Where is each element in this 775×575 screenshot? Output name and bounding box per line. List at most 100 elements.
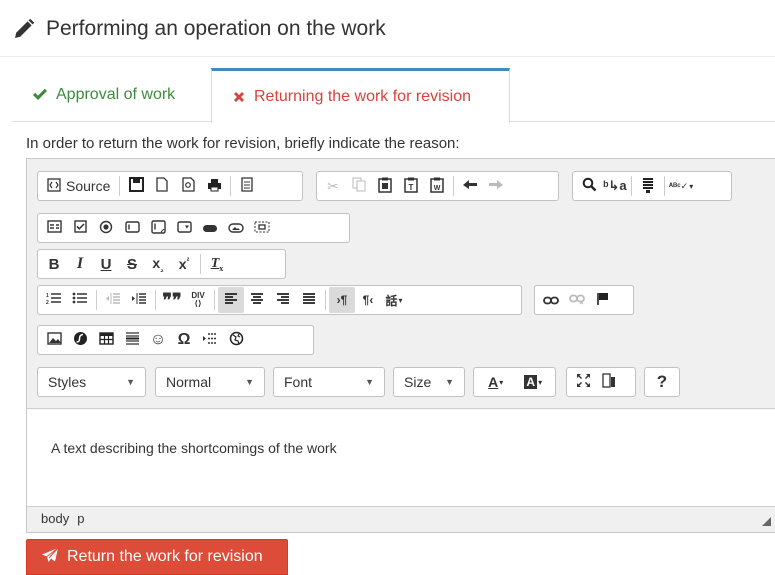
create-div-button[interactable]: DIV ⟨⟩ xyxy=(185,287,211,313)
cut-button[interactable]: ✂ xyxy=(320,173,346,199)
background-color-button[interactable]: A ▾ xyxy=(515,369,553,395)
resize-grip-icon[interactable] xyxy=(762,517,771,526)
show-blocks-button[interactable] xyxy=(596,369,622,395)
spellcheck-button[interactable]: ᴬᴮᶜ✓ ▾ xyxy=(668,173,694,199)
strikethrough-label: S xyxy=(126,255,137,273)
svg-text:T: T xyxy=(409,183,414,192)
image-icon xyxy=(46,332,62,348)
form-button[interactable] xyxy=(41,215,67,241)
spellcheck-icon: ᴬᴮᶜ✓ xyxy=(668,180,689,191)
preview-button[interactable] xyxy=(175,173,201,199)
align-center-button[interactable] xyxy=(244,287,270,313)
font-dropdown[interactable]: Font ▼ xyxy=(273,367,385,397)
page-break-button[interactable] xyxy=(197,327,223,353)
source-button[interactable]: Source xyxy=(41,177,116,195)
remove-format-button[interactable]: Tx xyxy=(204,251,230,277)
numbered-list-button[interactable]: 12 xyxy=(41,287,67,313)
table-icon xyxy=(98,332,114,348)
special-char-button[interactable]: Ω xyxy=(171,327,197,353)
replace-icon: ᵇ↳a xyxy=(603,178,627,193)
replace-button[interactable]: ᵇ↳a xyxy=(602,173,628,199)
image-button[interactable] xyxy=(41,327,67,353)
element-path-p[interactable]: p xyxy=(77,511,84,528)
toolbar-separator xyxy=(230,176,232,196)
language-button[interactable]: 話 ▾ xyxy=(381,287,407,313)
unlink-button[interactable] xyxy=(564,287,590,313)
cut-icon: ✂ xyxy=(327,177,339,194)
horizontal-rule-button[interactable] xyxy=(119,327,145,353)
ltr-icon: ›¶ xyxy=(336,293,348,307)
undo-button[interactable] xyxy=(457,173,483,199)
bulleted-list-button[interactable] xyxy=(67,287,93,313)
size-dropdown[interactable]: Size ▼ xyxy=(393,367,465,397)
rtl-button[interactable]: ¶‹ xyxy=(355,287,381,313)
element-path-body[interactable]: body xyxy=(41,511,69,528)
paste-text-button[interactable]: T xyxy=(398,173,424,199)
tab-approval[interactable]: Approval of work xyxy=(12,68,211,122)
redo-button[interactable] xyxy=(483,173,509,199)
editor-content-text[interactable]: A text describing the shortcomings of th… xyxy=(51,440,753,456)
ltr-button[interactable]: ›¶ xyxy=(329,287,355,313)
copy-button[interactable] xyxy=(346,173,372,199)
paste-icon xyxy=(378,177,392,196)
editor-status-bar: body p xyxy=(27,506,775,532)
maximize-button[interactable] xyxy=(570,369,596,395)
templates-icon xyxy=(241,177,254,195)
link-button[interactable] xyxy=(538,287,564,313)
paste-word-button[interactable]: W xyxy=(424,173,450,199)
templates-button[interactable] xyxy=(234,173,260,199)
superscript-icon: x² xyxy=(178,256,190,272)
save-button[interactable] xyxy=(123,173,149,199)
help-button[interactable]: ? xyxy=(649,369,675,395)
remove-format-icon: Tx xyxy=(210,255,224,273)
hidden-field-icon xyxy=(254,220,270,236)
maximize-icon xyxy=(576,373,591,391)
horizontal-rule-icon xyxy=(125,331,140,349)
align-right-button[interactable] xyxy=(270,287,296,313)
iframe-button[interactable] xyxy=(223,327,249,353)
blockquote-button[interactable]: ❞❞ xyxy=(159,287,185,313)
tab-return-for-revision[interactable]: Returning the work for revision xyxy=(211,68,510,123)
colors-group: A ▾ A ▾ xyxy=(473,367,556,397)
select-all-button[interactable] xyxy=(635,173,661,199)
subscript-button[interactable]: x₂ xyxy=(145,251,171,277)
justify-button[interactable] xyxy=(296,287,322,313)
help-group: ? xyxy=(644,367,680,397)
svg-text:2: 2 xyxy=(46,300,49,305)
textarea-button[interactable] xyxy=(145,215,171,241)
italic-button[interactable]: I xyxy=(67,251,93,277)
find-button[interactable] xyxy=(576,173,602,199)
image-button-field-button[interactable] xyxy=(223,215,249,241)
superscript-button[interactable]: x² xyxy=(171,251,197,277)
indent-button[interactable] xyxy=(126,287,152,313)
smiley-button[interactable]: ☺ xyxy=(145,327,171,353)
paste-button[interactable] xyxy=(372,173,398,199)
editor-content-area[interactable]: A text describing the shortcomings of th… xyxy=(27,410,775,506)
styles-dropdown[interactable]: Styles ▼ xyxy=(37,367,146,397)
table-button[interactable] xyxy=(93,327,119,353)
select-field-button[interactable] xyxy=(171,215,197,241)
strikethrough-button[interactable]: S xyxy=(119,251,145,277)
flash-button[interactable] xyxy=(67,327,93,353)
radio-button[interactable] xyxy=(93,215,119,241)
format-dropdown[interactable]: Normal ▼ xyxy=(155,367,265,397)
print-button[interactable] xyxy=(201,173,227,199)
format-dropdown-label: Normal xyxy=(166,374,212,390)
source-icon xyxy=(47,177,61,195)
header-divider xyxy=(0,56,775,57)
search-icon xyxy=(582,177,597,195)
anchor-button[interactable] xyxy=(590,287,616,313)
image-button-icon xyxy=(228,220,244,236)
checkbox-button[interactable] xyxy=(67,215,93,241)
text-field-button[interactable] xyxy=(119,215,145,241)
align-left-button[interactable] xyxy=(218,287,244,313)
underline-button[interactable]: U xyxy=(93,251,119,277)
hidden-field-button[interactable] xyxy=(249,215,275,241)
outdent-button[interactable] xyxy=(100,287,126,313)
return-for-revision-button[interactable]: Return the work for revision xyxy=(26,539,288,575)
text-color-button[interactable]: A ▾ xyxy=(477,369,515,395)
button-field-button[interactable] xyxy=(197,215,223,241)
bold-button[interactable]: B xyxy=(41,251,67,277)
globe-icon xyxy=(229,331,244,349)
new-page-button[interactable] xyxy=(149,173,175,199)
